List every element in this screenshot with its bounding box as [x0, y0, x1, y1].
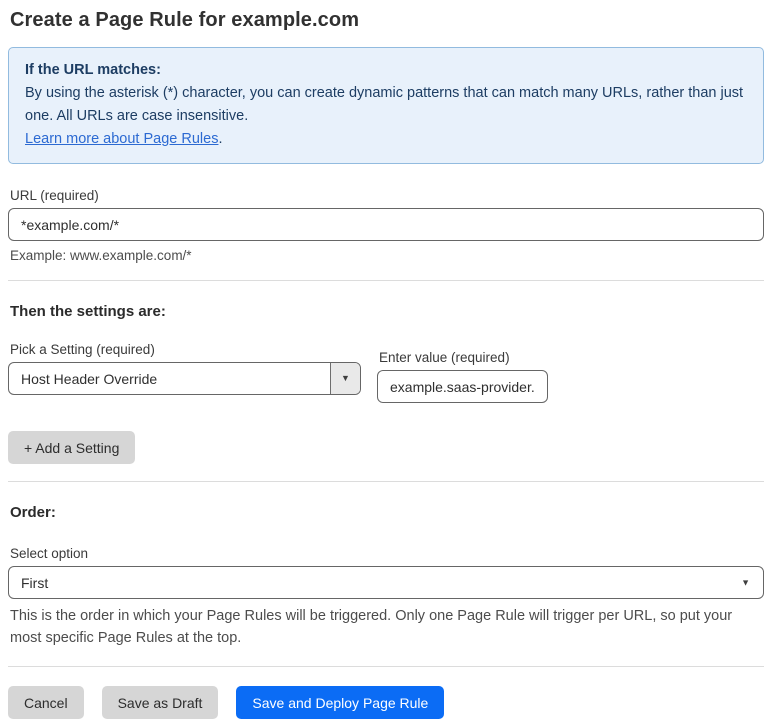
- page-rule-form: Create a Page Rule for example.com If th…: [0, 0, 772, 719]
- chevron-down-icon: ▼: [741, 577, 750, 587]
- url-input[interactable]: [8, 208, 764, 241]
- url-match-info-box: If the URL matches: By using the asteris…: [8, 47, 764, 164]
- info-box-body: By using the asterisk (*) character, you…: [25, 85, 744, 124]
- chevron-down-icon: ▼: [341, 373, 350, 383]
- setting-picker-column: Pick a Setting (required) Host Header Ov…: [8, 342, 361, 395]
- link-suffix: .: [218, 131, 223, 147]
- info-box-heading: If the URL matches:: [25, 62, 161, 78]
- order-select-label: Select option: [10, 546, 89, 561]
- order-help-text: This is the order in which your Page Rul…: [10, 608, 733, 646]
- value-field-label: Enter value (required): [379, 350, 510, 365]
- setting-select-arrow-button[interactable]: ▼: [330, 363, 360, 394]
- url-example-text: Example: www.example.com/*: [10, 248, 192, 263]
- url-field-label: URL (required): [10, 188, 99, 203]
- order-select-value: First: [21, 574, 49, 591]
- divider: [8, 666, 764, 667]
- cancel-button[interactable]: Cancel: [8, 686, 84, 719]
- divider: [8, 280, 764, 281]
- save-draft-button[interactable]: Save as Draft: [101, 686, 219, 719]
- setting-value-input[interactable]: [377, 370, 548, 403]
- divider: [8, 481, 764, 482]
- order-section-heading: Order:: [10, 504, 56, 521]
- footer-actions: Cancel Save as Draft Save and Deploy Pag…: [8, 686, 764, 719]
- save-deploy-button[interactable]: Save and Deploy Page Rule: [236, 686, 445, 719]
- setting-select-label: Pick a Setting (required): [10, 342, 155, 357]
- settings-row: Pick a Setting (required) Host Header Ov…: [8, 342, 764, 403]
- url-section: URL (required) Example: www.example.com/…: [8, 188, 764, 263]
- info-box-link-line: Learn more about Page Rules.: [25, 128, 747, 151]
- learn-more-link[interactable]: Learn more about Page Rules: [25, 131, 218, 147]
- settings-section-heading: Then the settings are:: [10, 303, 166, 320]
- add-setting-button[interactable]: + Add a Setting: [8, 431, 136, 464]
- setting-select-value: Host Header Override: [21, 370, 158, 387]
- order-select[interactable]: First ▼: [8, 566, 764, 599]
- page-title: Create a Page Rule for example.com: [10, 9, 360, 31]
- add-setting-wrap: + Add a Setting: [8, 431, 764, 464]
- setting-select[interactable]: Host Header Override ▼: [8, 362, 361, 395]
- setting-value-column: Enter value (required): [377, 350, 548, 403]
